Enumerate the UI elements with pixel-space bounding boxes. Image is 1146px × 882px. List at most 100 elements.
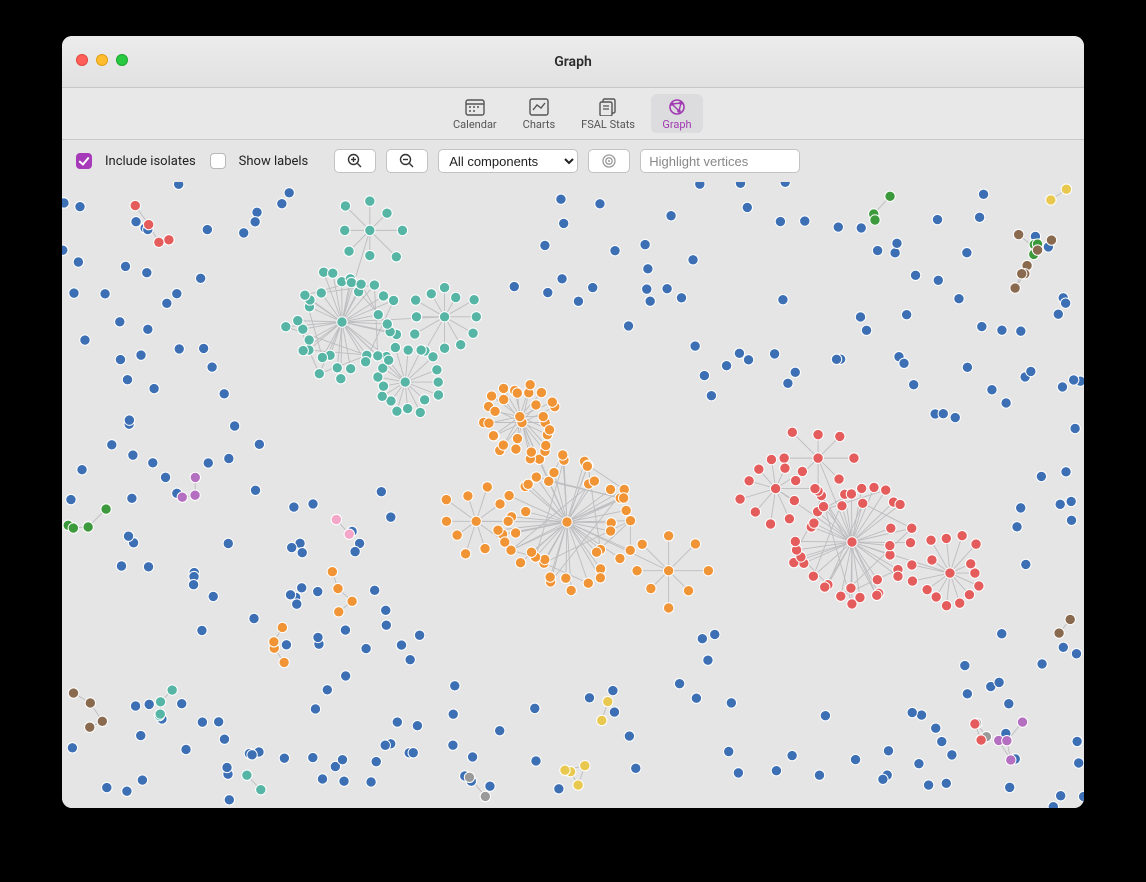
graph-node[interactable] — [997, 325, 1007, 335]
graph-node[interactable] — [540, 554, 550, 564]
graph-node[interactable] — [286, 542, 296, 552]
graph-node[interactable] — [688, 255, 698, 265]
graph-node[interactable] — [610, 245, 620, 255]
graph-canvas[interactable] — [62, 182, 1084, 808]
graph-node[interactable] — [441, 516, 451, 526]
graph-node[interactable] — [1071, 649, 1081, 659]
graph-node[interactable] — [162, 298, 172, 308]
graph-node[interactable] — [1016, 326, 1026, 336]
graph-node[interactable] — [498, 440, 508, 450]
graph-node[interactable] — [322, 685, 332, 695]
graph-node[interactable] — [297, 548, 307, 558]
graph-node[interactable] — [208, 591, 218, 601]
graph-node[interactable] — [588, 282, 598, 292]
graph-node[interactable] — [766, 454, 776, 464]
graph-node[interactable] — [128, 450, 138, 460]
graph-node[interactable] — [392, 406, 402, 416]
graph-node[interactable] — [495, 499, 505, 509]
graph-node[interactable] — [566, 585, 576, 595]
graph-node[interactable] — [609, 707, 619, 717]
graph-node[interactable] — [820, 711, 830, 721]
graph-node[interactable] — [558, 450, 568, 460]
graph-node[interactable] — [314, 368, 324, 378]
graph-node[interactable] — [250, 217, 260, 227]
graph-node[interactable] — [511, 444, 521, 454]
graph-node[interactable] — [813, 453, 823, 463]
graph-node[interactable] — [814, 770, 824, 780]
graph-node[interactable] — [547, 397, 557, 407]
graph-node[interactable] — [1037, 659, 1047, 669]
graph-node[interactable] — [433, 377, 443, 387]
graph-node[interactable] — [556, 194, 566, 204]
graph-node[interactable] — [666, 211, 676, 221]
graph-node[interactable] — [296, 583, 306, 593]
graph-node[interactable] — [632, 566, 642, 576]
graph-node[interactable] — [703, 655, 713, 665]
graph-node[interactable] — [927, 555, 937, 565]
graph-node[interactable] — [787, 427, 797, 437]
graph-node[interactable] — [836, 591, 846, 601]
graph-node[interactable] — [706, 390, 716, 400]
graph-node[interactable] — [1061, 467, 1071, 477]
graph-node[interactable] — [198, 343, 208, 353]
graph-node[interactable] — [926, 535, 936, 545]
graph-node[interactable] — [637, 539, 647, 549]
graph-node[interactable] — [779, 453, 789, 463]
graph-node[interactable] — [847, 537, 857, 547]
graph-node[interactable] — [922, 584, 932, 594]
graph-node[interactable] — [580, 760, 590, 770]
graph-node[interactable] — [643, 264, 653, 274]
graph-node[interactable] — [591, 547, 601, 557]
graph-node[interactable] — [66, 494, 76, 504]
graph-node[interactable] — [780, 463, 790, 473]
graph-node[interactable] — [892, 238, 902, 248]
graph-node[interactable] — [197, 625, 207, 635]
graph-node[interactable] — [595, 573, 605, 583]
graph-node[interactable] — [224, 453, 234, 463]
graph-node[interactable] — [938, 409, 948, 419]
graph-node[interactable] — [642, 284, 652, 294]
component-select[interactable]: All components — [438, 149, 578, 173]
graph-node[interactable] — [277, 622, 287, 632]
graph-node[interactable] — [396, 640, 406, 650]
graph-node[interactable] — [970, 719, 980, 729]
graph-node[interactable] — [247, 750, 257, 760]
graph-node[interactable] — [797, 466, 807, 476]
graph-node[interactable] — [1054, 628, 1064, 638]
graph-node[interactable] — [790, 536, 800, 546]
graph-node[interactable] — [495, 725, 505, 735]
graph-node[interactable] — [310, 704, 320, 714]
graph-node[interactable] — [317, 774, 327, 784]
graph-node[interactable] — [281, 321, 291, 331]
graph-node[interactable] — [471, 312, 481, 322]
graph-node[interactable] — [68, 523, 78, 533]
graph-node[interactable] — [172, 288, 182, 298]
zoom-out-button[interactable] — [386, 149, 428, 173]
graph-node[interactable] — [85, 698, 95, 708]
graph-node[interactable] — [881, 485, 891, 495]
graph-node[interactable] — [334, 607, 344, 617]
graph-node[interactable] — [373, 309, 383, 319]
graph-node[interactable] — [932, 214, 942, 224]
graph-node[interactable] — [441, 494, 451, 504]
graph-node[interactable] — [174, 344, 184, 354]
graph-node[interactable] — [392, 717, 402, 727]
graph-node[interactable] — [1036, 471, 1046, 481]
graph-node[interactable] — [960, 660, 970, 670]
graph-node[interactable] — [789, 495, 799, 505]
graph-node[interactable] — [388, 295, 398, 305]
graph-node[interactable] — [380, 740, 390, 750]
graph-node[interactable] — [750, 507, 760, 517]
graph-node[interactable] — [964, 589, 974, 599]
graph-node[interactable] — [252, 207, 262, 217]
zoom-icon[interactable] — [116, 54, 128, 66]
graph-node[interactable] — [783, 378, 793, 388]
graph-node[interactable] — [1073, 758, 1083, 768]
graph-node[interactable] — [733, 768, 743, 778]
graph-node[interactable] — [177, 492, 187, 502]
graph-node[interactable] — [154, 237, 164, 247]
graph-node[interactable] — [941, 600, 951, 610]
graph-node[interactable] — [1046, 195, 1056, 205]
graph-node[interactable] — [498, 394, 508, 404]
graph-node[interactable] — [155, 697, 165, 707]
